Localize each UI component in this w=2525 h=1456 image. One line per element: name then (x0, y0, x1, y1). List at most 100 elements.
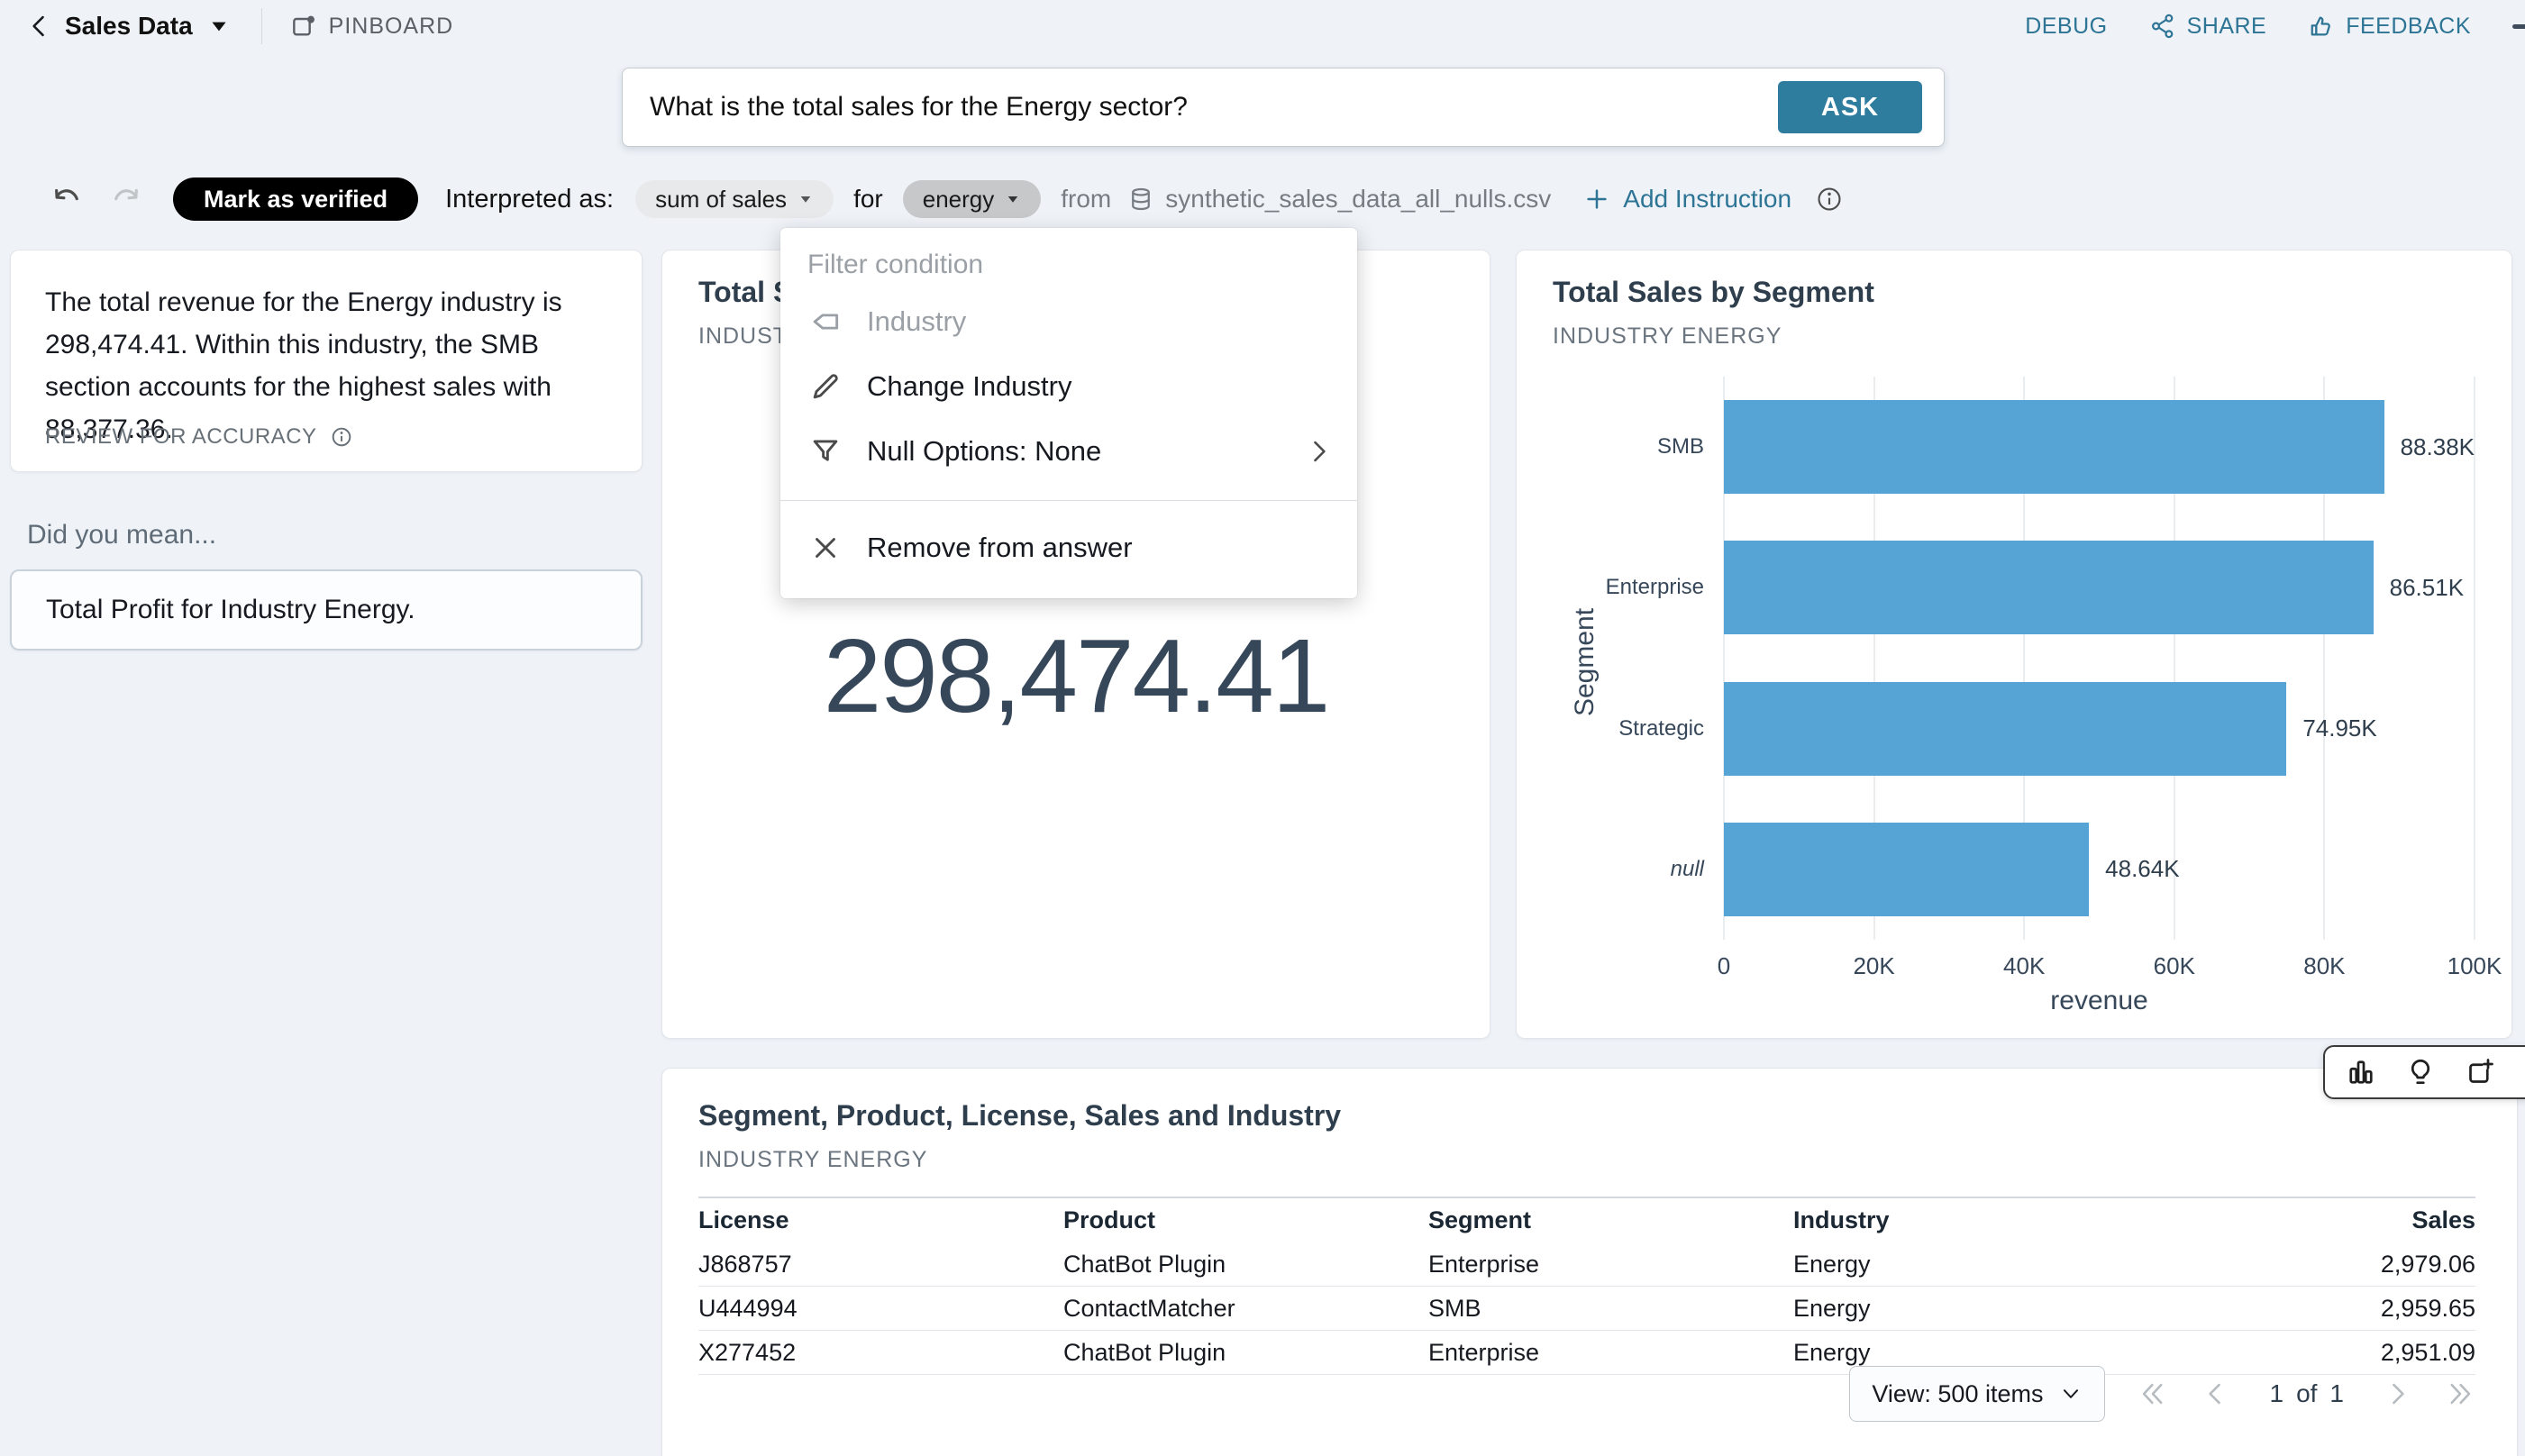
dropdown-item-label: Change Industry (867, 370, 1071, 403)
chevron-left-icon (24, 11, 55, 41)
table-header-row: LicenseProductSegmentIndustrySales (698, 1198, 2475, 1242)
table-cell: ChatBot Plugin (1063, 1339, 1428, 1367)
table-cell: ContactMatcher (1063, 1295, 1428, 1323)
bar-chart-plot: SMB88.38KEnterprise86.51KStrategic74.95K… (1724, 377, 2475, 940)
metric-chip[interactable]: sum of sales (635, 180, 834, 218)
for-label: for (853, 185, 883, 214)
dropdown-item-remove-from-answer[interactable]: Remove from answer (780, 515, 1357, 580)
chart-card-title: Total Sales by Segment (1553, 276, 2475, 309)
filter-condition-dropdown: Filter condition IndustryChange Industry… (780, 228, 1357, 598)
x-axis-ticks: 020K40K60K80K100K (1724, 952, 2475, 981)
column-header[interactable]: Product (1063, 1206, 1428, 1234)
bar-value-label: 88.38K (2401, 433, 2475, 461)
database-icon (1127, 186, 1154, 213)
bar-enterprise[interactable] (1724, 541, 2374, 634)
page-indicator: 1 of 1 (2269, 1379, 2344, 1408)
bar-value-label: 48.64K (2105, 855, 2179, 883)
suggestion-text: Total Profit for Industry Energy. (46, 595, 415, 625)
table-cell: Energy (1793, 1339, 2208, 1367)
dropdown-item-null-options-none[interactable]: Null Options: None (780, 419, 1357, 484)
undo-button[interactable] (50, 182, 85, 216)
dropdown-item-label: Remove from answer (867, 532, 1133, 564)
bar-row: null48.64K (1724, 823, 2475, 916)
metric-chip-label: sum of sales (655, 186, 787, 214)
share-button[interactable]: SHARE (2149, 13, 2267, 40)
debug-button[interactable]: DEBUG (2025, 14, 2107, 40)
review-for-accuracy-label: REVIEW FOR ACCURACY (45, 424, 317, 450)
table-cell: 2,979.06 (2208, 1251, 2475, 1279)
kpi-value: 298,474.41 (662, 615, 1490, 736)
prev-page-button[interactable] (2201, 1379, 2231, 1409)
y-axis-label: Segment (1570, 599, 1600, 725)
caret-down-icon (1005, 191, 1021, 207)
quicksight-q-answer-page: Sales Data PINBOARD DEBUG SHARE (0, 0, 2525, 1456)
last-page-button[interactable] (2445, 1379, 2475, 1409)
redo-icon (108, 182, 142, 216)
interpretation-bar: Mark as verified Interpreted as: sum of … (50, 177, 1844, 222)
table-card-subtitle: INDUSTRY ENERGY (698, 1147, 2475, 1173)
column-header[interactable]: Segment (1428, 1206, 1793, 1234)
table-cell: ChatBot Plugin (1063, 1251, 1428, 1279)
more-menu-icon[interactable] (2512, 24, 2525, 29)
ask-button[interactable]: ASK (1778, 81, 1922, 133)
table-cell: X277452 (698, 1339, 1063, 1367)
question-input[interactable] (623, 92, 1778, 123)
pencil-icon (807, 369, 843, 404)
chevron-down-icon (2059, 1382, 2083, 1406)
thumbs-up-icon (2308, 13, 2335, 40)
info-icon[interactable] (330, 425, 353, 449)
lightbulb-icon[interactable] (2404, 1056, 2437, 1088)
funnel-icon (807, 434, 843, 469)
table-cell: U444994 (698, 1295, 1063, 1323)
view-items-dropdown[interactable]: View: 500 items (1849, 1366, 2105, 1422)
page-title: Sales Data (65, 12, 193, 41)
table-row: U444994ContactMatcherSMBEnergy2,959.65 (698, 1287, 2475, 1331)
bar-smb[interactable] (1724, 400, 2384, 494)
chevron-right-icon (1303, 436, 1334, 467)
share-label: SHARE (2187, 14, 2267, 40)
total-pages: 1 (2329, 1379, 2344, 1408)
info-icon[interactable] (1815, 185, 1844, 214)
question-bar: ASK (622, 68, 1945, 147)
bar-value-label: 86.51K (2390, 574, 2464, 602)
caret-down-icon (798, 191, 814, 207)
table-header: LicenseProductSegmentIndustrySales (698, 1198, 2475, 1242)
table-row: J868757ChatBot PluginEnterpriseEnergy2,9… (698, 1242, 2475, 1287)
table-pagination: View: 500 items 1 of 1 (1849, 1366, 2475, 1422)
close-icon (807, 531, 843, 565)
data-table: LicenseProductSegmentIndustrySales J8687… (698, 1197, 2475, 1375)
table-cell: Energy (1793, 1295, 2208, 1323)
first-page-button[interactable] (2138, 1379, 2168, 1409)
dropdown-item-industry: Industry (780, 289, 1357, 354)
add-to-pinboard-icon[interactable] (2464, 1056, 2496, 1088)
x-tick-label: 100K (2448, 952, 2502, 980)
mark-as-verified-button[interactable]: Mark as verified (173, 177, 418, 221)
table-cell: 2,959.65 (2208, 1295, 2475, 1323)
pinboard-button[interactable]: PINBOARD (289, 12, 454, 41)
double-chevron-right-icon (2445, 1379, 2475, 1409)
add-instruction-label: Add Instruction (1623, 185, 1791, 214)
column-header[interactable]: Sales (2208, 1206, 2475, 1234)
feedback-button[interactable]: FEEDBACK (2308, 13, 2471, 40)
next-page-button[interactable] (2382, 1379, 2412, 1409)
table-card-title: Segment, Product, License, Sales and Ind… (698, 1099, 2475, 1133)
pinboard-label: PINBOARD (329, 14, 454, 40)
plus-icon (1583, 186, 1610, 213)
x-tick-label: 40K (2003, 952, 2045, 980)
bar-chart-icon[interactable] (2345, 1056, 2377, 1088)
dropdown-item-change-industry[interactable]: Change Industry (780, 354, 1357, 419)
table-cell: J868757 (698, 1251, 1063, 1279)
table-cell: 2,951.09 (2208, 1339, 2475, 1367)
bar-null[interactable] (1724, 823, 2089, 916)
add-instruction-button[interactable]: Add Instruction (1583, 185, 1791, 214)
column-header[interactable]: Industry (1793, 1206, 2208, 1234)
suggestion-card[interactable]: Total Profit for Industry Energy. (10, 569, 643, 651)
back-button[interactable] (22, 8, 58, 44)
bar-strategic[interactable] (1724, 682, 2286, 776)
filter-value-chip[interactable]: energy (903, 180, 1042, 218)
redo-button[interactable] (108, 182, 142, 216)
dataset-name: synthetic_sales_data_all_nulls.csv (1165, 185, 1551, 214)
bar-row: Strategic74.95K (1724, 682, 2475, 776)
caret-down-icon[interactable] (207, 14, 231, 38)
column-header[interactable]: License (698, 1206, 1063, 1234)
